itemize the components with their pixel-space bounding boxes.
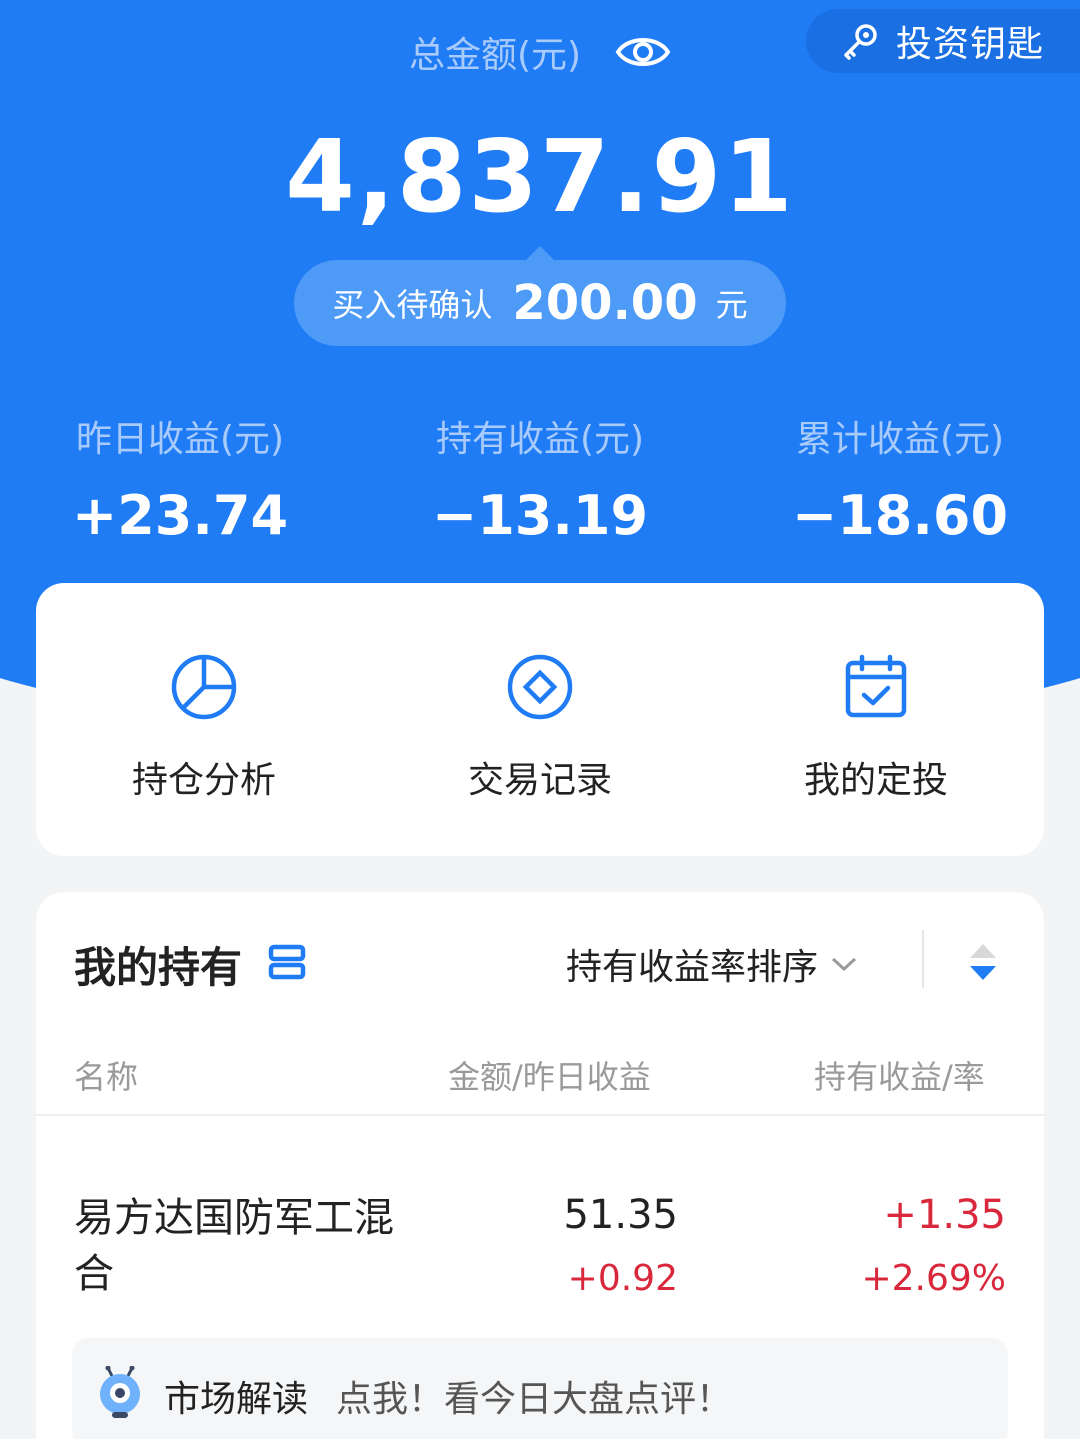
holdings-page: 投资钥匙 总金额(元) 4,837.91 买入待确认 200.00 元 昨日收益… xyxy=(0,0,1080,1439)
chevron-down-icon xyxy=(832,957,857,972)
pending-unit: 元 xyxy=(715,286,748,324)
pending-confirmation-badge[interactable]: 买入待确认 200.00 元 xyxy=(294,246,786,346)
sort-order-icon[interactable] xyxy=(968,942,998,982)
action-label: 交易记录 xyxy=(467,760,612,801)
stat-label: 昨日收益(元) xyxy=(75,419,285,460)
total-amount-value: 4,837.91 xyxy=(285,118,795,235)
holdings-card: 我的持有 持有收益率排序 名称 金额/昨日收益 持有收益/率 易方达国防军工混合… xyxy=(36,892,1044,1439)
action-position-analysis[interactable]: 持仓分析 xyxy=(36,583,372,856)
mascot-icon xyxy=(100,1366,140,1418)
fund-name: 易方达国防军工混合 xyxy=(74,1195,394,1297)
stat-total-profit[interactable]: 累计收益(元) −18.60 xyxy=(720,412,1080,547)
column-header-holding-profit: 持有收益/率 xyxy=(814,1058,985,1096)
pending-label: 买入待确认 xyxy=(332,286,493,324)
stat-value: +23.74 xyxy=(71,484,289,547)
action-my-auto-invest[interactable]: 我的定投 xyxy=(708,583,1044,856)
market-insight-banner[interactable]: 市场解读 点我！看今日大盘点评！ xyxy=(72,1338,1008,1439)
total-amount-label: 总金额(元) xyxy=(408,35,582,76)
fund-yesterday-profit: +0.92 xyxy=(567,1258,678,1299)
market-insight-title: 市场解读 xyxy=(164,1379,309,1420)
eye-icon[interactable] xyxy=(615,32,671,72)
calendar-check-icon xyxy=(845,654,907,718)
fund-holding-profit: +1.35 xyxy=(883,1192,1006,1238)
stat-value: −18.60 xyxy=(791,484,1009,547)
market-insight-desc: 点我！看今日大盘点评！ xyxy=(336,1379,733,1420)
sort-dropdown[interactable]: 持有收益率排序 xyxy=(566,938,858,990)
action-transaction-records[interactable]: 交易记录 xyxy=(372,583,708,856)
stat-label: 持有收益(元) xyxy=(435,419,645,460)
stat-value: −13.19 xyxy=(431,484,649,547)
column-header-amount: 金额/昨日收益 xyxy=(448,1058,651,1096)
sort-divider xyxy=(922,930,924,988)
action-label: 我的定投 xyxy=(803,760,948,801)
stat-label: 累计收益(元) xyxy=(795,419,1005,460)
coin-icon xyxy=(507,654,573,720)
fund-amount: 51.35 xyxy=(563,1192,678,1238)
holdings-title: 我的持有 xyxy=(74,943,243,992)
pending-amount: 200.00 xyxy=(512,275,698,331)
column-header-name: 名称 xyxy=(74,1058,139,1096)
list-view-icon[interactable] xyxy=(268,944,306,980)
stat-holding-profit[interactable]: 持有收益(元) −13.19 xyxy=(360,412,720,547)
total-amount-header: 总金额(元) xyxy=(0,24,1080,80)
quick-actions-card: 持仓分析 交易记录 我的定投 xyxy=(36,583,1044,856)
stat-yesterday-profit[interactable]: 昨日收益(元) +23.74 xyxy=(0,412,360,547)
pie-chart-icon xyxy=(171,654,237,720)
sort-dropdown-label: 持有收益率排序 xyxy=(566,947,819,988)
header-divider xyxy=(36,1114,1044,1116)
fund-holding-rate: +2.69% xyxy=(861,1258,1006,1299)
action-label: 持仓分析 xyxy=(131,760,276,801)
profit-stats: 昨日收益(元) +23.74 持有收益(元) −13.19 累计收益(元) −1… xyxy=(0,412,1080,562)
